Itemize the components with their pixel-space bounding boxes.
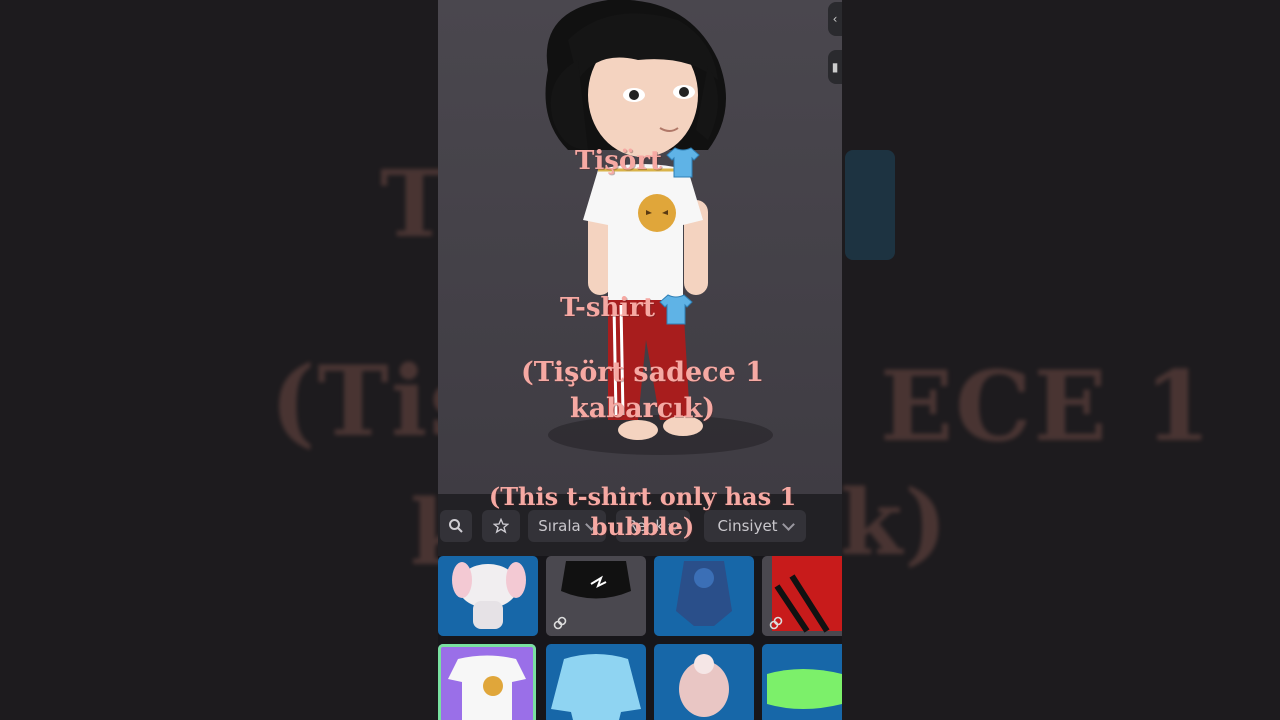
item-tile[interactable] (438, 556, 538, 636)
link-icon (769, 616, 783, 630)
t-shirt-emoji-icon (666, 147, 700, 178)
background-ghost-text: k) (840, 470, 949, 576)
t-shirt-emoji-icon (659, 294, 693, 325)
item-tile[interactable] (762, 644, 842, 720)
item-tile[interactable] (546, 644, 646, 720)
side-panel-button[interactable]: ▮ (828, 50, 842, 84)
caption-line-turkish: Tişört (575, 146, 700, 178)
item-tile[interactable] (546, 556, 646, 636)
caption-note-english: (This t-shirt only has 1 bubble) (488, 482, 797, 541)
blue-sweater-thumbnail (551, 654, 641, 720)
green-top-thumbnail (767, 669, 842, 709)
pink-outfit-thumbnail (679, 654, 729, 717)
selected-item-tile[interactable] (438, 644, 536, 720)
caption-note-turkish: (Tişört sadece 1 kabarcık) (521, 357, 764, 424)
background-ghost-text: ECE 1 (880, 350, 1213, 463)
bunny-outfit-thumbnail (452, 562, 526, 629)
white-tshirt-thumbnail (448, 655, 526, 720)
link-icon (553, 616, 567, 630)
item-tile[interactable] (654, 556, 754, 636)
collapse-button[interactable]: ‹ (828, 2, 842, 36)
caption-line-english: T-shirt (560, 293, 693, 325)
caption-line1-text: Tişört (575, 146, 662, 176)
item-tile[interactable] (762, 556, 842, 636)
item-grid (438, 556, 842, 720)
background-ghost-shirt (845, 150, 895, 260)
search-icon (449, 519, 463, 533)
blue-outfit-thumbnail (676, 561, 732, 626)
item-tile[interactable] (654, 644, 754, 720)
caption-line2-text: T-shirt (560, 293, 655, 323)
